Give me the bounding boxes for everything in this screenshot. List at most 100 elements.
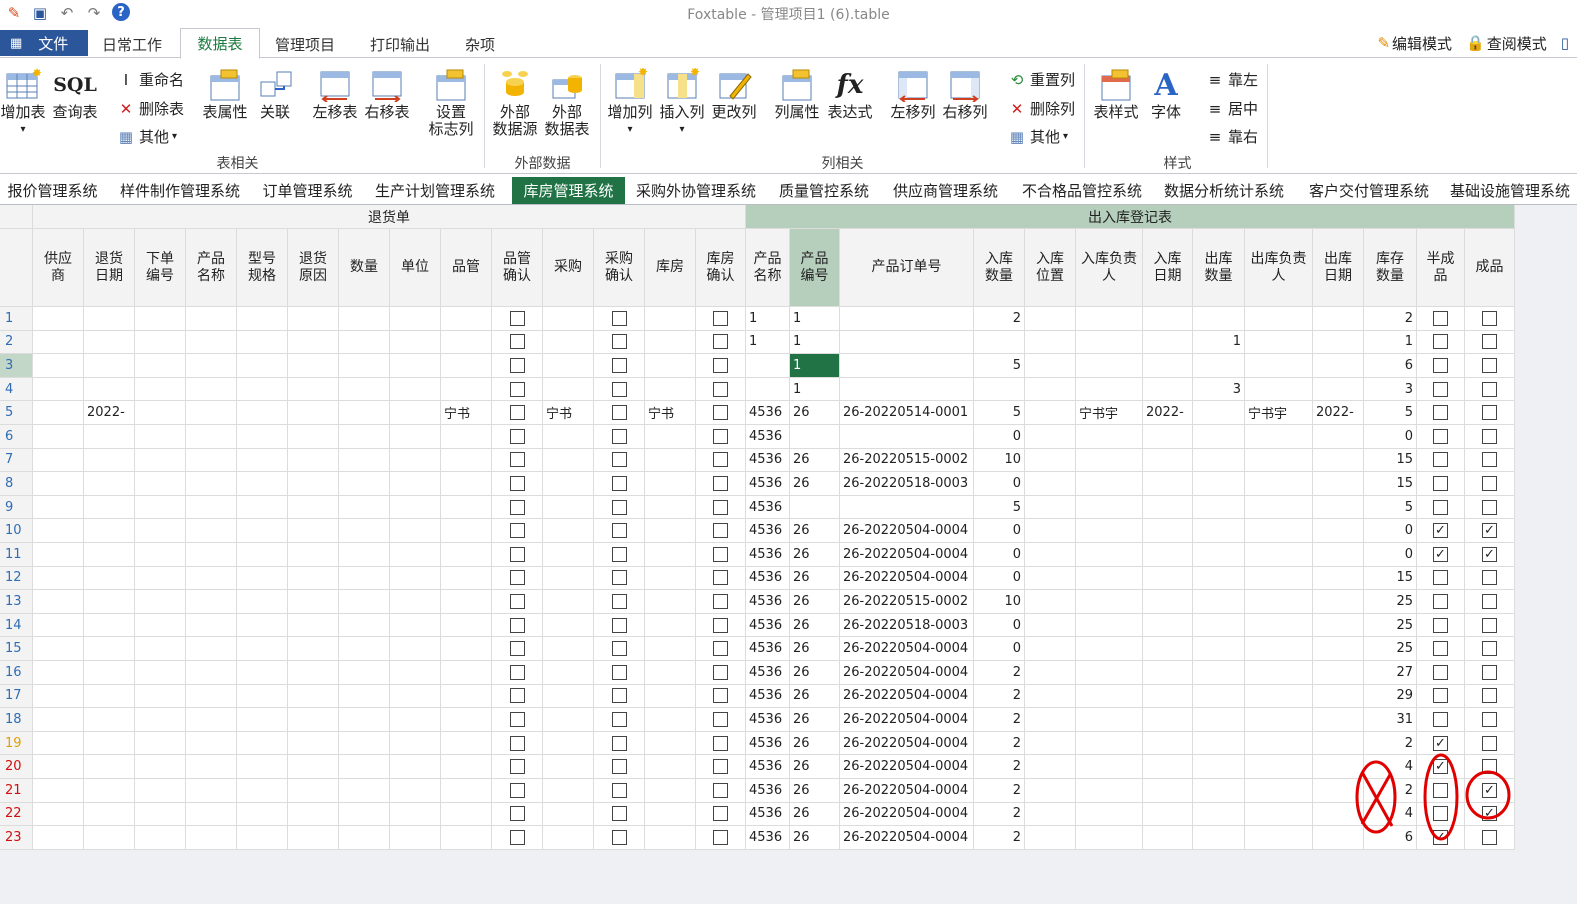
table-cell[interactable] [1025,354,1076,378]
table-cell[interactable] [696,472,746,496]
confirm-checkbox[interactable] [611,381,627,397]
table-cell[interactable] [543,802,594,827]
table-cell[interactable] [390,448,441,473]
row-number[interactable]: 10 [0,519,33,543]
table-cell[interactable] [1025,590,1076,614]
column-header[interactable]: 库存数量 [1364,229,1417,307]
column-header[interactable]: 数量 [339,229,390,307]
table-cell[interactable] [1313,779,1364,803]
table-cell[interactable]: 2 [1364,731,1417,756]
confirm-checkbox[interactable] [509,782,525,798]
delete-column-button[interactable]: ✕ 删除列 [1007,98,1075,119]
table-style-button[interactable]: 表样式 [1090,66,1142,121]
table-cell[interactable]: 0 [974,519,1025,543]
column-header[interactable]: 品管 [441,229,492,307]
confirm-checkbox[interactable] [611,688,627,704]
table-cell[interactable] [390,661,441,685]
table-cell[interactable] [390,613,441,638]
table-cell[interactable] [135,731,186,756]
table-cell[interactable] [288,637,339,661]
row-number[interactable]: 20 [0,755,33,779]
table-cell[interactable] [390,425,441,449]
table-cell[interactable] [840,495,974,520]
table-cell[interactable] [84,661,135,685]
table-cell[interactable] [186,826,237,850]
table-cell[interactable] [135,425,186,449]
table-cell[interactable] [492,684,543,709]
table-cell[interactable] [1245,661,1313,685]
table-cell[interactable]: 4 [1364,802,1417,827]
table-cell[interactable] [1193,779,1245,803]
table-cell[interactable] [1076,613,1143,638]
table-cell[interactable]: 0 [974,543,1025,567]
table-cell[interactable] [645,472,696,496]
table-cell[interactable] [492,731,543,756]
system-tab-10[interactable]: 数据分析统计系统 [1155,177,1293,204]
table-cell[interactable] [441,425,492,449]
table-cell[interactable]: 26 [790,637,840,661]
table-cell[interactable] [186,307,237,331]
table-cell[interactable] [186,495,237,520]
confirm-checkbox[interactable] [713,641,728,657]
table-cell[interactable] [390,401,441,425]
table-cell[interactable] [696,731,746,756]
table-cell[interactable] [492,330,543,355]
confirm-checkbox[interactable] [713,829,728,845]
table-cell[interactable] [1313,802,1364,827]
table-cell[interactable]: 25 [1364,590,1417,614]
table-cell[interactable] [1245,354,1313,378]
table-cell[interactable] [696,826,746,850]
table-cell[interactable] [390,543,441,567]
table-cell[interactable] [135,637,186,661]
delete-table-button[interactable]: ✕ 删除表 [116,98,184,119]
finished-checkbox[interactable] [1482,570,1497,586]
table-cell[interactable] [492,377,543,402]
move-right-table-button[interactable]: 右移表 [362,66,412,121]
table-cell[interactable] [390,708,441,732]
table-cell[interactable] [790,425,840,449]
table-cell[interactable] [974,377,1025,402]
table-cell[interactable]: 26 [790,708,840,732]
column-header[interactable]: 入库日期 [1143,229,1193,307]
table-cell[interactable] [696,755,746,779]
confirm-checkbox[interactable] [713,735,728,751]
table-cell[interactable] [594,661,645,685]
table-cell[interactable] [1465,354,1515,378]
table-cell[interactable]: 2022- [1313,401,1364,425]
table-cell[interactable] [1076,661,1143,685]
table-cell[interactable] [1313,472,1364,496]
confirm-checkbox[interactable] [611,546,627,562]
confirm-checkbox[interactable] [611,593,627,609]
table-cell[interactable]: 4536 [746,472,790,496]
table-cell[interactable] [840,354,974,378]
table-cell[interactable] [237,448,288,473]
edit-mode-button[interactable]: ✎ 编辑模式 [1377,33,1452,54]
table-cell[interactable] [1076,566,1143,591]
table-cell[interactable] [645,354,696,378]
table-cell[interactable] [288,755,339,779]
table-cell[interactable] [1417,566,1465,591]
table-cell[interactable] [288,354,339,378]
table-cell[interactable]: 26-20220515-0002 [840,590,974,614]
table-cell[interactable] [645,826,696,850]
table-cell[interactable] [339,330,390,355]
semi-finished-checkbox[interactable] [1433,428,1448,444]
table-cell[interactable] [1465,590,1515,614]
table-cell[interactable] [288,472,339,496]
table-cell[interactable] [1245,684,1313,709]
table-cell[interactable] [696,519,746,543]
finished-checkbox[interactable] [1482,405,1497,421]
table-cell[interactable] [594,401,645,425]
table-cell[interactable] [1465,425,1515,449]
confirm-checkbox[interactable] [509,475,525,491]
table-cell[interactable] [339,472,390,496]
align-right-button[interactable]: ≡ 靠右 [1205,126,1258,147]
table-cell[interactable] [492,543,543,567]
confirm-checkbox[interactable] [509,523,525,539]
external-table-button[interactable]: 外部 数据表 [542,66,592,138]
column-header[interactable]: 出库负责人 [1245,229,1313,307]
confirm-checkbox[interactable] [509,405,525,421]
table-cell[interactable] [594,802,645,827]
semi-finished-checkbox[interactable] [1433,593,1448,609]
table-cell[interactable] [441,613,492,638]
